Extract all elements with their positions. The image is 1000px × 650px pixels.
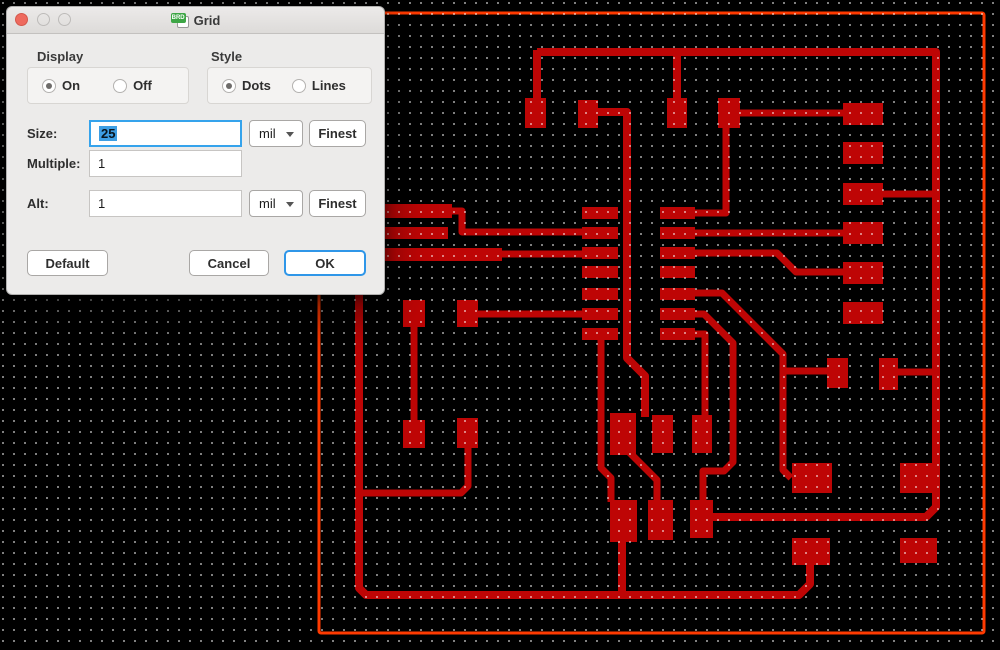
alt-label: Alt: <box>27 196 49 211</box>
grid-dialog: BRD Grid Display On Off Style Dots Lines… <box>6 6 385 295</box>
style-group: Dots Lines <box>207 67 372 104</box>
size-finest-button[interactable]: Finest <box>309 120 366 147</box>
cancel-button[interactable]: Cancel <box>189 250 269 276</box>
dialog-titlebar[interactable]: BRD Grid <box>7 7 384 34</box>
chevron-down-icon <box>286 202 294 207</box>
chevron-down-icon <box>286 132 294 137</box>
radio-style-lines[interactable] <box>291 78 306 93</box>
size-label: Size: <box>27 126 58 141</box>
radio-style-dots[interactable] <box>222 78 236 93</box>
zoom-button-disabled <box>58 13 71 26</box>
size-unit-value: mil <box>259 126 276 141</box>
display-group: On Off <box>27 67 189 104</box>
radio-display-on[interactable] <box>42 78 56 93</box>
radio-display-on-label: On <box>62 78 81 93</box>
multiple-input-value: 1 <box>98 156 106 171</box>
display-group-label: Display <box>37 49 84 64</box>
alt-input[interactable]: 1 <box>89 190 242 217</box>
radio-display-off[interactable] <box>113 78 128 93</box>
alt-unit-value: mil <box>259 196 276 211</box>
close-button[interactable] <box>15 13 28 26</box>
default-button[interactable]: Default <box>27 250 108 276</box>
size-unit-select[interactable]: mil <box>249 120 303 147</box>
multiple-input[interactable]: 1 <box>89 150 242 177</box>
size-input-selected-text: 25 <box>99 126 118 141</box>
brd-document-icon: BRD <box>170 12 189 28</box>
ok-button[interactable]: OK <box>284 250 366 276</box>
alt-input-value: 1 <box>98 196 106 211</box>
screen: { "window": { "title": "Grid", "icon": "… <box>0 0 1000 650</box>
size-input[interactable]: 25 <box>89 120 242 147</box>
radio-style-dots-label: Dots <box>242 78 271 93</box>
multiple-label: Multiple: <box>27 156 81 171</box>
alt-unit-select[interactable]: mil <box>249 190 303 217</box>
radio-display-off-label: Off <box>133 78 152 93</box>
minimize-button-disabled <box>37 13 50 26</box>
window-title: Grid <box>193 12 221 28</box>
style-group-label: Style <box>211 49 243 64</box>
alt-finest-button[interactable]: Finest <box>309 190 366 217</box>
radio-style-lines-label: Lines <box>311 78 346 93</box>
